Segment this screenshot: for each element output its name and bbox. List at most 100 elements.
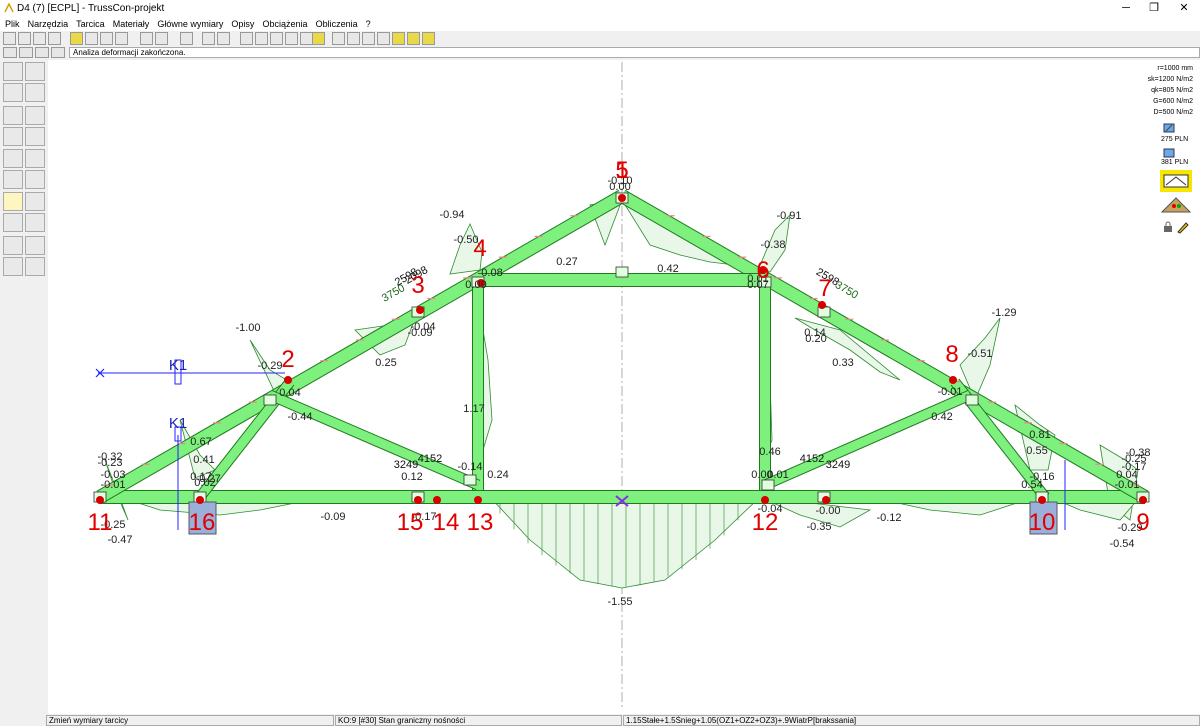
menu-materialy[interactable]: Materiały <box>113 17 150 31</box>
building-icon[interactable] <box>100 32 113 45</box>
info-rise: r=1000 mm <box>1157 65 1193 72</box>
rect-icon[interactable] <box>3 236 23 255</box>
query-icon[interactable] <box>25 257 45 276</box>
dim-left-icon[interactable] <box>3 47 17 58</box>
node-label: 16 <box>189 509 216 536</box>
node-label: 11 <box>88 509 113 536</box>
member-split-icon[interactable] <box>25 192 45 211</box>
layers-icon[interactable] <box>240 32 253 45</box>
open-folder-icon[interactable] <box>18 32 31 45</box>
new-file-icon[interactable] <box>3 32 16 45</box>
support-move-icon[interactable] <box>25 106 45 125</box>
status-limit-state: KO:9 [#30] Stan graniczny nośności <box>335 715 622 726</box>
menu-plik[interactable]: Plik <box>5 17 20 31</box>
drawing-canvas[interactable]: K1 K1 -0.94 -0.50 0.08 0.09 0.27 0.42 -0.91 -0.3… <box>48 60 1200 714</box>
lock-edit-icon[interactable] <box>1162 220 1190 234</box>
beam-icon[interactable] <box>3 127 23 146</box>
grid-icon[interactable] <box>115 32 128 45</box>
frame-icon[interactable] <box>270 32 283 45</box>
support-icon[interactable] <box>3 106 23 125</box>
truss-node <box>416 306 424 314</box>
save-icon[interactable] <box>33 32 46 45</box>
roof-icon[interactable] <box>3 170 23 189</box>
plate-right-icon[interactable] <box>25 149 45 168</box>
status-message: Analiza deformacji zakończona. <box>69 47 1200 58</box>
minimize-button[interactable]: ─ <box>1111 0 1141 17</box>
binoculars-icon[interactable] <box>180 32 193 45</box>
title-bar: D4 (7) [ECPL] - TrussCon-projekt ─ ❐ ✕ <box>0 0 1200 17</box>
check-icon[interactable] <box>407 32 420 45</box>
dim-right-icon[interactable] <box>51 47 65 58</box>
node-add-icon[interactable] <box>3 62 23 81</box>
bowl-icon[interactable] <box>285 32 298 45</box>
dim-mid-icon[interactable] <box>19 47 33 58</box>
plate-left-icon[interactable] <box>3 149 23 168</box>
stress-icon[interactable] <box>392 32 405 45</box>
moment-value: -1.00 <box>235 322 260 334</box>
info-d-load: D=500 N/m2 <box>1153 109 1194 116</box>
node-label: 10 <box>1029 509 1056 536</box>
reaction-icon[interactable] <box>347 32 360 45</box>
left-toolbar <box>0 60 48 714</box>
truss-node <box>949 376 957 384</box>
join-icon[interactable] <box>25 213 45 232</box>
beam-dim-icon[interactable] <box>25 127 45 146</box>
moment-value: -0.29 <box>257 360 282 372</box>
result-icon[interactable] <box>422 32 435 45</box>
close-button[interactable]: ✕ <box>1169 0 1199 17</box>
key2-icon[interactable] <box>155 32 168 45</box>
dimension-icon[interactable] <box>25 236 45 255</box>
moment-value: 0.01 <box>767 469 788 481</box>
support-label-k1: K1 <box>169 357 187 374</box>
timber-icon[interactable] <box>70 32 83 45</box>
connector-plate <box>817 306 831 318</box>
connector-plate <box>263 394 277 406</box>
load-point-icon[interactable] <box>3 83 23 102</box>
member-edit-icon[interactable] <box>3 192 23 211</box>
table-icon[interactable] <box>255 32 268 45</box>
moment-value: -0.09 <box>320 511 345 523</box>
truss-member <box>619 190 1148 503</box>
truss-node <box>822 496 830 504</box>
status-bar: Zmień wymiary tarcicy KO:9 [#30] Stan gr… <box>0 714 1200 726</box>
truss-member <box>268 390 480 490</box>
plate-price-icon <box>1163 123 1175 133</box>
wand-icon[interactable] <box>3 257 23 276</box>
moment-value: 0.55 <box>1026 445 1047 457</box>
menu-opisy[interactable]: Opisy <box>231 17 254 31</box>
plates-icon[interactable] <box>85 32 98 45</box>
load-line-icon[interactable] <box>25 83 45 102</box>
print-icon[interactable] <box>48 32 61 45</box>
plate-price-2: 381 PLN <box>1161 159 1189 166</box>
menu-obliczenia[interactable]: Obliczenia <box>316 17 358 31</box>
moment-value: 0.46 <box>759 446 780 458</box>
roof-view-icon[interactable] <box>1160 196 1192 214</box>
menu-help[interactable]: ? <box>366 17 371 31</box>
force-icon[interactable] <box>377 32 390 45</box>
moment-value: 0.41 <box>193 454 214 466</box>
cut-icon[interactable] <box>3 213 23 232</box>
node-label: 6 <box>756 257 769 284</box>
maximize-button[interactable]: ❐ <box>1139 0 1169 17</box>
node-delete-icon[interactable] <box>25 62 45 81</box>
menu-glowne-wymiary[interactable]: Główne wymiary <box>157 17 223 31</box>
moment-value: 0.25 <box>375 357 396 369</box>
node-label: 5 <box>615 157 628 184</box>
menu-obciazenia[interactable]: Obciążenia <box>262 17 307 31</box>
redo-icon[interactable] <box>217 32 230 45</box>
moment-value: -0.00 <box>815 505 840 517</box>
dim-both-icon[interactable] <box>35 47 49 58</box>
undo-icon[interactable] <box>202 32 215 45</box>
truss-view-icon[interactable] <box>1160 170 1192 192</box>
truss-node <box>196 496 204 504</box>
menu-narzedzia[interactable]: Narzędzia <box>28 17 69 31</box>
roof2-icon[interactable] <box>25 170 45 189</box>
truss-view-icon[interactable] <box>312 32 325 45</box>
moment-icon[interactable] <box>362 32 375 45</box>
deform-icon[interactable] <box>332 32 345 45</box>
key-icon[interactable] <box>140 32 153 45</box>
menu-tarcica[interactable]: Tarcica <box>76 17 105 31</box>
connector-plate <box>965 394 979 406</box>
info-snow: sk=1200 N/m2 <box>1147 76 1193 83</box>
moment-value: -0.01 <box>1114 479 1139 491</box>
